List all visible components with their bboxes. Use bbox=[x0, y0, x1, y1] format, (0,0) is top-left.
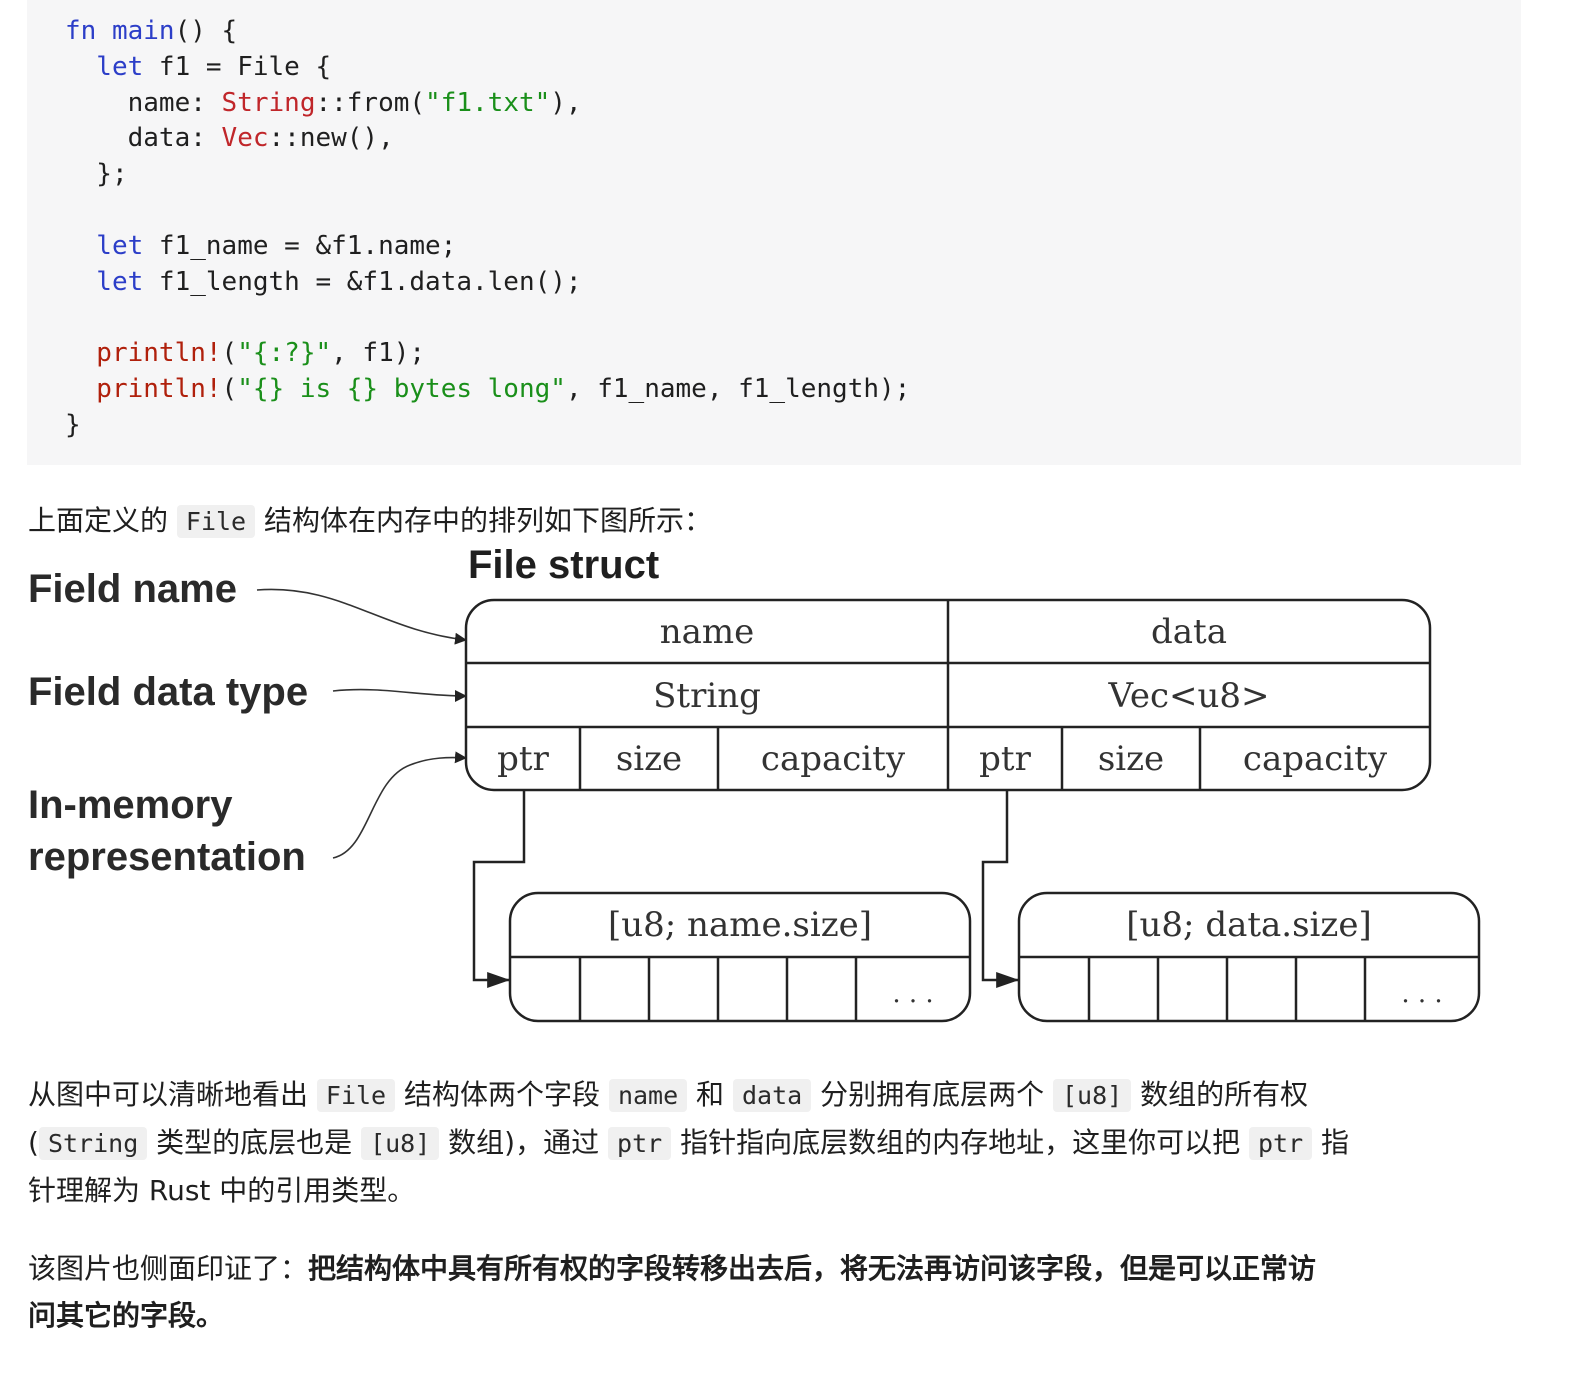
label-in-memory: In-memory bbox=[28, 783, 233, 827]
inline-code-ptr: ptr bbox=[608, 1127, 672, 1160]
arrow-in-memory bbox=[332, 751, 467, 859]
conclusion-paragraph: 该图片也侧面印证了：把结构体中具有所有权的字段转移出去后，将无法再访问该字段，但… bbox=[28, 1245, 1528, 1339]
cell-data-ptr: ptr bbox=[979, 739, 1031, 779]
conclusion-line-2: 问其它的字段。 bbox=[28, 1299, 225, 1332]
diagram-title: File struct bbox=[468, 543, 659, 587]
explanation-line-2: (String 类型的底层也是 [u8] 数组)，通过 ptr 指针指向底层数组… bbox=[28, 1119, 1528, 1167]
explanation-line-1: 从图中可以清晰地看出 File 结构体两个字段 name 和 data 分别拥有… bbox=[28, 1071, 1528, 1119]
label-field-name: Field name bbox=[28, 567, 237, 611]
inline-code-data: data bbox=[732, 1079, 812, 1112]
arrow-field-data-type bbox=[332, 688, 467, 702]
field-name-data: data bbox=[1151, 612, 1227, 652]
cell-data-size: size bbox=[1098, 739, 1164, 779]
cell-name-ptr: ptr bbox=[497, 739, 549, 779]
field-type-string: String bbox=[653, 676, 761, 716]
arrow-field-name bbox=[256, 588, 467, 645]
text: 结构体两个字段 bbox=[395, 1078, 609, 1111]
inline-code-file: File bbox=[316, 1079, 396, 1112]
pointer-data-to-array bbox=[981, 790, 1019, 988]
cell-name-size: size bbox=[616, 739, 682, 779]
inline-code-name: name bbox=[608, 1079, 688, 1112]
field-name-name: name bbox=[660, 612, 755, 652]
label-representation: representation bbox=[28, 835, 306, 879]
field-type-vec: Vec<u8> bbox=[1107, 676, 1269, 716]
text: 和 bbox=[687, 1078, 733, 1111]
explanation-paragraph: 从图中可以清晰地看出 File 结构体两个字段 name 和 data 分别拥有… bbox=[28, 1071, 1528, 1214]
text: 数组的所有权 bbox=[1131, 1078, 1309, 1111]
inline-code-u8-array: [u8] bbox=[1053, 1079, 1132, 1112]
bold-text: 把结构体中具有所有权的字段转移出去后，将无法再访问该字段，但是可以正常访 bbox=[308, 1252, 1317, 1285]
text: 分别拥有底层两个 bbox=[811, 1078, 1053, 1111]
text: 指 bbox=[1312, 1126, 1350, 1159]
array-label-data: [u8; data.size] bbox=[1126, 905, 1371, 945]
array-ellipsis-name: . . . bbox=[892, 979, 933, 1009]
inline-code-u8-array: [u8] bbox=[361, 1127, 440, 1160]
text: 从图中可以清晰地看出 bbox=[28, 1078, 317, 1111]
text: 类型的底层也是 bbox=[147, 1126, 362, 1159]
inline-code-ptr: ptr bbox=[1248, 1127, 1313, 1160]
conclusion-line-1: 该图片也侧面印证了：把结构体中具有所有权的字段转移出去后，将无法再访问该字段，但… bbox=[28, 1245, 1528, 1292]
text: 数组)，通过 bbox=[439, 1126, 609, 1159]
cell-data-capacity: capacity bbox=[1243, 739, 1388, 779]
text: 该图片也侧面印证了： bbox=[28, 1252, 309, 1285]
label-field-data-type: Field data type bbox=[28, 670, 308, 714]
array-label-name: [u8; name.size] bbox=[608, 905, 872, 945]
inline-code-string: String bbox=[38, 1127, 148, 1160]
cell-name-capacity: capacity bbox=[761, 739, 906, 779]
text: 指针指向底层数组的内存地址，这里你可以把 bbox=[671, 1126, 1249, 1159]
explanation-line-3: 针理解为 Rust 中的引用类型。 bbox=[28, 1174, 416, 1207]
array-ellipsis-data: . . . bbox=[1401, 979, 1442, 1009]
text: ( bbox=[28, 1126, 39, 1159]
